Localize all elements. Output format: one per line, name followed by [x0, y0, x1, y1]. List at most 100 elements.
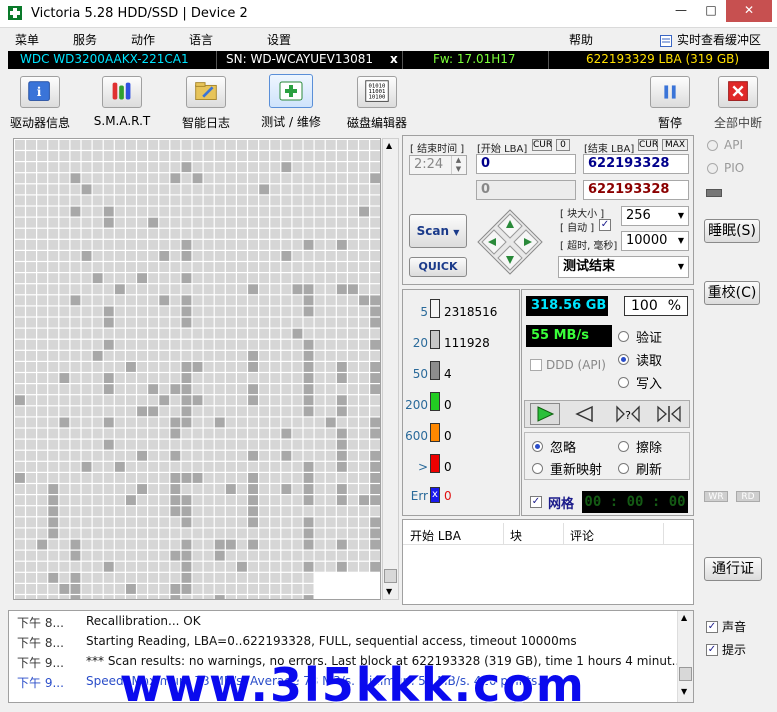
scan-button[interactable]: Scan ▼ [409, 214, 467, 248]
stat-label: 200 [405, 398, 428, 412]
sector-cell [103, 362, 114, 372]
sector-cell [348, 550, 358, 561]
disk-editor-button[interactable]: 01010 11001 10100 磁盘编辑器 [344, 76, 410, 131]
ddd-api-checkbox[interactable] [530, 359, 542, 371]
start-lba-input[interactable]: 0 [476, 154, 576, 174]
sector-cell [237, 251, 247, 261]
sector-cell [225, 506, 236, 517]
sector-cell [137, 561, 147, 572]
block-size-select[interactable]: 256 ▼ [621, 206, 689, 226]
stat-count: 4 [444, 367, 452, 381]
sector-cell [81, 572, 92, 583]
table-header-start-lba[interactable]: 开始 LBA [410, 527, 461, 544]
sector-cell [26, 350, 36, 361]
sector-cell [48, 339, 59, 350]
mode-verify-radio[interactable] [618, 331, 629, 342]
sector-cell [225, 262, 236, 272]
menu-item-help[interactable]: 帮助 [569, 31, 593, 48]
menu-item-language[interactable]: 语言 [189, 31, 213, 48]
ignore-radio[interactable] [532, 441, 543, 452]
end-max-button[interactable]: MAX [662, 139, 688, 151]
sector-cell [92, 561, 103, 572]
start-cur-button[interactable]: CUR [532, 139, 552, 151]
svg-text:10100: 10100 [369, 95, 387, 101]
auto-checkbox[interactable]: ✓ [599, 219, 611, 231]
pio-radio[interactable] [707, 163, 718, 174]
mode-write-radio[interactable] [618, 377, 629, 388]
hints-checkbox[interactable]: ✓ [706, 644, 718, 656]
sector-cell [26, 506, 36, 517]
sector-cell [325, 461, 336, 472]
minimize-button[interactable]: — [667, 0, 695, 22]
reverse-icon[interactable] [570, 403, 600, 425]
sector-cell [203, 184, 214, 195]
sector-cell [248, 473, 258, 483]
sector-cell [314, 162, 325, 173]
scroll-thumb[interactable] [384, 569, 397, 583]
end-time-spinner-icon[interactable]: ▲ ▼ [451, 156, 465, 174]
menu-item-menu[interactable]: 菜单 [15, 31, 39, 48]
sector-cell [281, 273, 292, 284]
scroll-down-icon[interactable]: ▼ [386, 587, 392, 596]
refresh-radio[interactable] [618, 463, 629, 474]
close-button[interactable]: ✕ [726, 0, 772, 22]
sector-cell [181, 428, 192, 439]
sector-cell [214, 328, 225, 339]
stat-color-swatch [430, 423, 440, 442]
sector-cell [26, 417, 36, 428]
table-header-block[interactable]: 块 [510, 527, 522, 544]
recalibrate-button[interactable]: 重校(C) [704, 281, 760, 305]
menu-item-settings[interactable]: 设置 [267, 31, 291, 48]
menu-item-service[interactable]: 服务 [73, 31, 97, 48]
start-zero-button[interactable]: 0 [556, 139, 570, 151]
mode-read-radio[interactable] [618, 354, 629, 365]
sound-checkbox[interactable]: ✓ [706, 621, 718, 633]
test-repair-button[interactable]: 测试 / 维修 [258, 74, 324, 130]
sleep-button[interactable]: 睡眠(S) [704, 219, 760, 243]
log-scroll-down-icon[interactable]: ▼ [681, 687, 687, 696]
sector-cell [70, 173, 81, 184]
sector-cell [26, 151, 36, 161]
sector-cell [292, 350, 303, 361]
sector-cell [270, 517, 281, 528]
smart-button[interactable]: S.M.A.R.T [90, 76, 154, 128]
device-serial-close[interactable]: x [390, 52, 398, 66]
grid-scrollbar[interactable]: ▲ ▼ [382, 138, 399, 600]
sector-cell [303, 528, 314, 539]
passport-button[interactable]: 通行证 [704, 557, 762, 581]
cache-view-button[interactable]: 实时查看缓冲区 [677, 31, 761, 48]
sector-cell [225, 173, 236, 184]
driver-info-button[interactable]: i 驱动器信息 [8, 76, 72, 131]
grid-checkbox[interactable]: ✓ [530, 496, 542, 508]
sector-cell [359, 384, 369, 395]
end-mode-select[interactable]: 测试结束 ▼ [558, 256, 689, 278]
pause-button[interactable]: 暂停 [640, 76, 700, 131]
log-scroll-up-icon[interactable]: ▲ [681, 613, 687, 622]
log-scroll-thumb[interactable] [679, 667, 692, 681]
erase-radio[interactable] [618, 441, 629, 452]
direction-pad[interactable] [476, 208, 544, 276]
sector-cell [48, 162, 59, 173]
sector-cell [103, 173, 114, 184]
sector-cell [270, 184, 281, 195]
timeout-select[interactable]: 10000 ▼ [621, 231, 689, 251]
sector-cell [281, 484, 292, 494]
abort-all-button[interactable]: 全部中断 [708, 76, 768, 131]
table-header-comment[interactable]: 评论 [570, 527, 594, 544]
sector-cell [348, 217, 358, 228]
remap-radio[interactable] [532, 463, 543, 474]
log-scrollbar[interactable]: ▲ ▼ [677, 611, 693, 702]
play-icon[interactable] [530, 403, 560, 425]
menu-item-action[interactable]: 动作 [131, 31, 155, 48]
maximize-button[interactable]: □ [697, 0, 725, 22]
api-radio[interactable] [707, 140, 718, 151]
sector-cell [248, 495, 258, 506]
quick-button[interactable]: QUICK [409, 257, 467, 277]
random-icon[interactable]: ? [613, 403, 643, 425]
scroll-up-icon[interactable]: ▲ [386, 141, 392, 150]
end-cur-button[interactable]: CUR [638, 139, 658, 151]
smart-log-button[interactable]: 智能日志 [174, 76, 238, 131]
sector-cell [26, 339, 36, 350]
butterfly-icon[interactable] [654, 403, 684, 425]
end-lba-input[interactable]: 622193328 [583, 154, 689, 174]
